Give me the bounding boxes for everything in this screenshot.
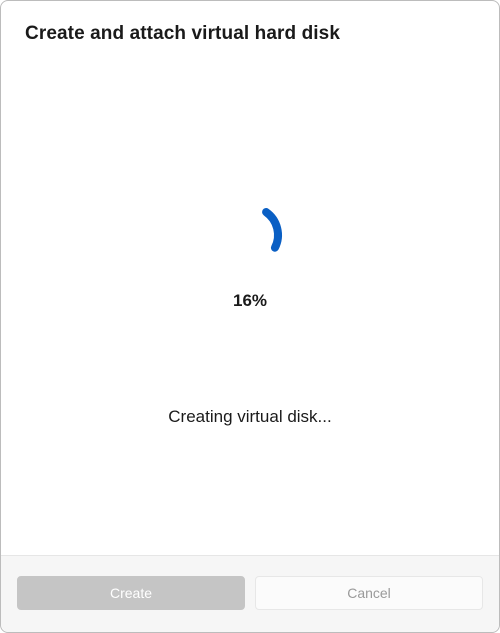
create-button[interactable]: Create: [17, 576, 245, 610]
progress-spinner-icon: [210, 195, 290, 275]
dialog-content: 16% Creating virtual disk...: [1, 55, 499, 555]
dialog-footer: Create Cancel: [1, 555, 499, 632]
progress-percent: 16%: [233, 291, 267, 311]
dialog-title: Create and attach virtual hard disk: [25, 23, 475, 45]
progress-status: Creating virtual disk...: [168, 407, 331, 427]
cancel-button[interactable]: Cancel: [255, 576, 483, 610]
dialog-header: Create and attach virtual hard disk: [1, 1, 499, 55]
dialog-create-virtual-disk: Create and attach virtual hard disk 16% …: [0, 0, 500, 633]
